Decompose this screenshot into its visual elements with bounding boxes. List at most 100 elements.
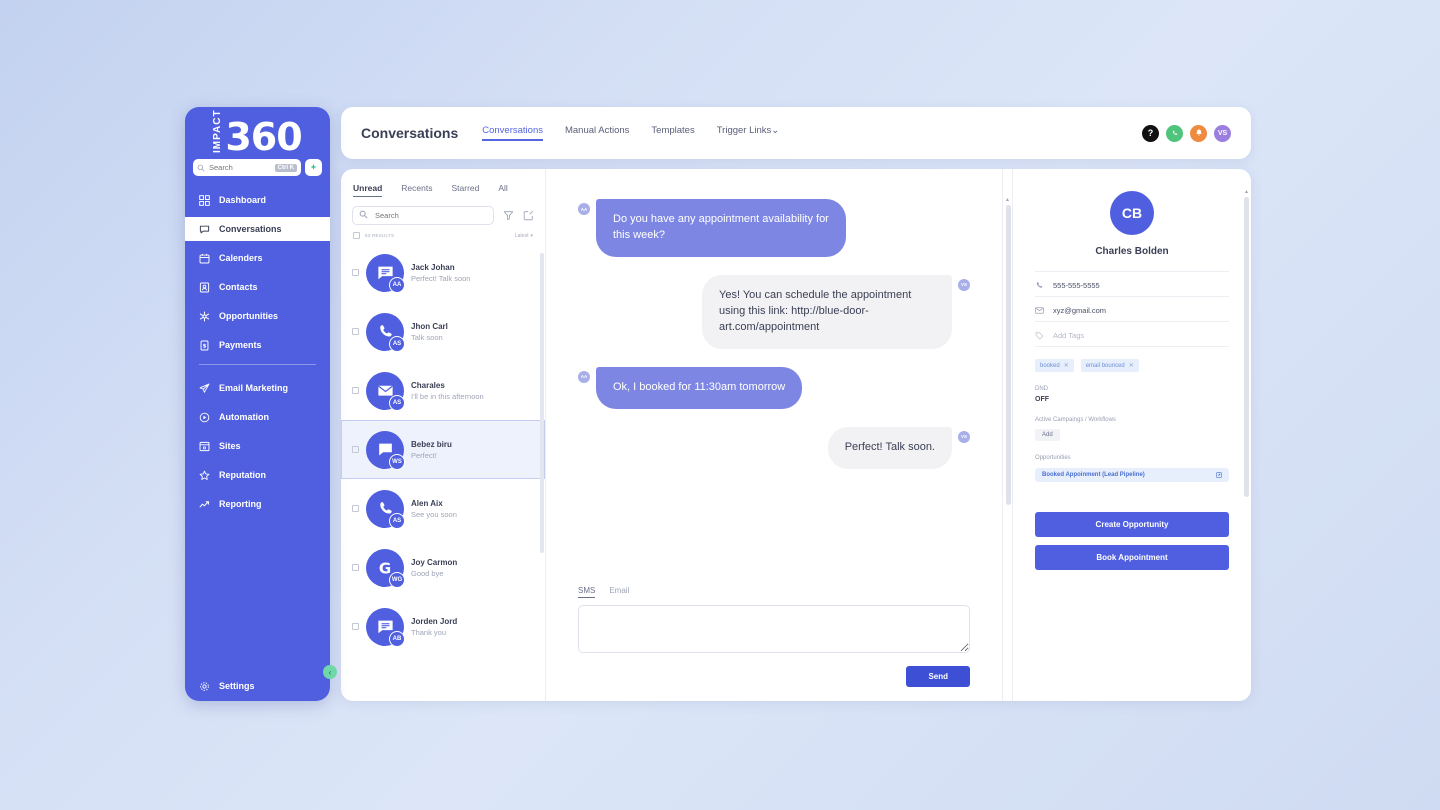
notification-bell-icon[interactable] <box>1190 125 1207 142</box>
message-bubble: Do you have any appointment availability… <box>596 199 846 257</box>
sidebar-item-label: Automation <box>219 412 269 422</box>
compose-icon[interactable] <box>523 210 534 221</box>
select-all-checkbox[interactable] <box>353 232 360 239</box>
conversation-checkbox[interactable] <box>352 446 359 453</box>
tag-chip[interactable]: email bounced ✕ <box>1081 359 1139 372</box>
conversation-checkbox[interactable] <box>352 564 359 571</box>
sidebar-item-reporting[interactable]: Reporting <box>185 492 330 516</box>
send-button[interactable]: Send <box>906 666 970 687</box>
conversation-checkbox[interactable] <box>352 387 359 394</box>
paper-plane-icon <box>199 383 210 394</box>
chat-scrollbar[interactable]: ▲ <box>1003 169 1013 701</box>
tag-label: booked <box>1040 363 1060 369</box>
sidebar-item-settings[interactable]: Settings <box>185 671 330 701</box>
filter-icon[interactable] <box>503 210 514 221</box>
message-incoming: AA Do you have any appointment availabil… <box>578 199 970 257</box>
conversation-item[interactable]: AA Jack Johan Perfect! Talk soon <box>341 243 545 302</box>
external-link-icon[interactable] <box>1216 472 1222 478</box>
sidebar-item-calenders[interactable]: Calenders <box>185 246 330 270</box>
close-icon[interactable]: ✕ <box>1064 362 1069 369</box>
whatsapp-icon[interactable] <box>1166 125 1183 142</box>
conversation-item[interactable]: AS Charales I'll be in this afternoon <box>341 361 545 420</box>
conversation-search-input[interactable] <box>375 211 487 220</box>
contact-tags-field[interactable]: Add Tags <box>1035 322 1229 347</box>
create-opportunity-button[interactable]: Create Opportunity <box>1035 512 1229 537</box>
conversation-checkbox[interactable] <box>352 269 359 276</box>
close-icon[interactable]: ✕ <box>1129 362 1134 369</box>
user-avatar[interactable]: VS <box>1214 125 1231 142</box>
header-tabs: Conversations Manual Actions Templates T… <box>482 125 1142 141</box>
conversation-item[interactable]: AS Jhon Carl Talk soon <box>341 302 545 361</box>
add-campaign-button[interactable]: Add <box>1035 429 1060 441</box>
filter-all[interactable]: All <box>498 183 507 197</box>
avatar: AS <box>366 490 404 528</box>
scrollbar-thumb[interactable] <box>540 253 544 553</box>
search-icon <box>197 164 205 172</box>
tab-conversations[interactable]: Conversations <box>482 125 543 141</box>
conversation-name: Joy Carmon <box>411 558 457 567</box>
sidebar: IMPACT 360 Ctrl K Dashboard <box>185 107 330 701</box>
trend-up-icon <box>199 499 210 510</box>
contact-card-icon <box>199 282 210 293</box>
book-appointment-button[interactable]: Book Appointment <box>1035 545 1229 570</box>
sidebar-item-reputation[interactable]: Reputation <box>185 463 330 487</box>
sort-dropdown[interactable]: Latest ▾ <box>515 233 533 239</box>
conversation-item[interactable]: G WG Joy Carmon Good bye <box>341 538 545 597</box>
message-incoming: AA Ok, I booked for 11:30am tomorrow <box>578 367 970 409</box>
sidebar-item-sites[interactable]: Sites <box>185 434 330 458</box>
scroll-up-arrow-icon[interactable]: ▲ <box>1005 197 1010 203</box>
sidebar-item-label: Opportunities <box>219 311 278 321</box>
sidebar-search-row: Ctrl K <box>185 159 330 176</box>
scroll-up-arrow-icon[interactable]: ▲ <box>1244 189 1249 195</box>
chevron-down-icon: ▾ <box>530 233 533 239</box>
conversation-checkbox[interactable] <box>352 328 359 335</box>
message-bubble: Ok, I booked for 11:30am tomorrow <box>596 367 802 409</box>
ai-sparkle-button[interactable] <box>305 159 322 176</box>
contact-panel-scrollbar[interactable]: ▲ <box>1244 189 1249 669</box>
tab-templates[interactable]: Templates <box>651 125 694 141</box>
sidebar-item-automation[interactable]: Automation <box>185 405 330 429</box>
conversation-badge: AS <box>389 336 405 352</box>
sidebar-item-contacts[interactable]: Contacts <box>185 275 330 299</box>
scrollbar-thumb[interactable] <box>1006 205 1011 505</box>
contact-phone-field[interactable]: 555-555-5555 <box>1035 272 1229 297</box>
conversation-item-selected[interactable]: WS Bebez biru Perfect! <box>341 420 545 479</box>
opportunity-chip[interactable]: Booked Appoinment (Lead Pipeline) <box>1035 468 1229 482</box>
header-icons: ? VS <box>1142 125 1231 142</box>
filter-unread[interactable]: Unread <box>353 183 382 197</box>
sidebar-item-email-marketing[interactable]: Email Marketing <box>185 376 330 400</box>
composer-tab-sms[interactable]: SMS <box>578 586 595 598</box>
conversation-item[interactable]: AB Jorden Jord Thank you <box>341 597 545 656</box>
conversation-name: Jack Johan <box>411 263 470 272</box>
sidebar-item-dashboard[interactable]: Dashboard <box>185 188 330 212</box>
sidebar-search-input[interactable] <box>209 163 271 172</box>
filter-starred[interactable]: Starred <box>451 183 479 197</box>
conversation-checkbox[interactable] <box>352 505 359 512</box>
search-shortcut-badge: Ctrl K <box>275 164 297 172</box>
conversation-search[interactable] <box>352 206 494 225</box>
logo-impact-text: IMPACT <box>213 115 223 153</box>
filter-recents[interactable]: Recents <box>401 183 432 197</box>
chevron-down-icon: ⌄ <box>771 125 779 136</box>
conversation-checkbox[interactable] <box>352 623 359 630</box>
message-input[interactable] <box>578 605 970 653</box>
conversation-name: Bebez biru <box>411 440 452 449</box>
contact-email-field[interactable]: xyz@gmail.com <box>1035 297 1229 322</box>
sidebar-item-opportunities[interactable]: Opportunities <box>185 304 330 328</box>
conversation-list-scrollbar[interactable] <box>540 243 544 701</box>
tag-chip[interactable]: booked ✕ <box>1035 359 1074 372</box>
sidebar-item-label: Calenders <box>219 253 263 263</box>
conversation-item[interactable]: AS Alen Aix See you soon <box>341 479 545 538</box>
scrollbar-thumb[interactable] <box>1244 197 1249 497</box>
sidebar-item-payments[interactable]: $ Payments <box>185 333 330 357</box>
sidebar-search[interactable]: Ctrl K <box>193 159 301 176</box>
avatar: AS <box>366 313 404 351</box>
sidebar-item-conversations[interactable]: Conversations <box>185 217 330 241</box>
help-icon[interactable]: ? <box>1142 125 1159 142</box>
gear-icon <box>199 681 210 692</box>
tab-manual-actions[interactable]: Manual Actions <box>565 125 629 141</box>
sidebar-collapse-button[interactable]: ‹ <box>323 665 337 679</box>
composer-tab-email[interactable]: Email <box>609 586 629 598</box>
tab-trigger-links[interactable]: Trigger Links⌄ <box>717 125 780 141</box>
avatar: G WG <box>366 549 404 587</box>
